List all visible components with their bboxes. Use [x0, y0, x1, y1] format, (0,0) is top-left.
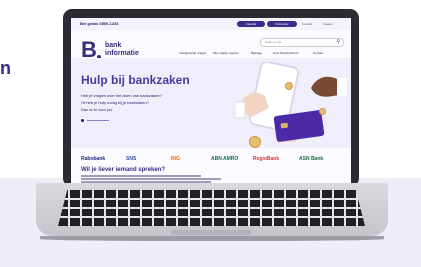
- bank-logo[interactable]: ABN AMRO: [211, 156, 238, 162]
- search-icon[interactable]: ⚲: [336, 39, 340, 45]
- top-bar: Bel gratis 0800-1234 Zakelijk Particulie…: [71, 18, 351, 30]
- particulier-button[interactable]: Particulier: [267, 21, 297, 27]
- bank-logo[interactable]: SNS: [126, 156, 136, 162]
- contact-link[interactable]: Contact: [302, 22, 312, 26]
- bank-logos: Rabobank SNS ING ABN AMRO RegioBank ASN …: [71, 154, 351, 166]
- card-chip: [280, 122, 289, 129]
- coin: [285, 82, 293, 90]
- bank-logo[interactable]: Rabobank: [81, 156, 105, 162]
- hero-line-1: Heb je vragen over het doen van bankzake…: [81, 93, 162, 98]
- search-placeholder: Zoek op site: [265, 40, 282, 44]
- coin: [249, 136, 261, 148]
- phone-number[interactable]: Bel gratis 0800-1234: [80, 21, 118, 26]
- search-input[interactable]: Zoek op site ⚲: [260, 38, 344, 47]
- hero-title: Hulp bij bankzaken: [81, 73, 190, 87]
- logo-line-1: bank: [105, 42, 122, 49]
- trackpad: [171, 230, 251, 235]
- hero-line-3: Dan is er voor jou: [81, 107, 113, 112]
- logo-line-2: informatie: [105, 50, 139, 57]
- nav-item-bijdrage[interactable]: Bijdrage: [251, 51, 262, 55]
- bank-logo[interactable]: RegioBank: [253, 156, 279, 162]
- hero-line-2: Of heb je hulp nodig bij je bankzaken?: [81, 100, 149, 105]
- edge-text: n: [0, 58, 11, 78]
- coin: [319, 108, 326, 115]
- laptop-base-shadow: [40, 236, 384, 241]
- nav-item-contact[interactable]: Contact: [313, 51, 323, 55]
- nav-item-regelen[interactable]: Mijn zaakje regelen: [213, 51, 239, 55]
- section-title: Wil je liever iemand spreken?: [81, 167, 165, 173]
- hero-link[interactable]: [81, 118, 121, 123]
- nav-item-over[interactable]: Over BankInfoPunt: [273, 51, 298, 55]
- zoeken-link[interactable]: Zoeken: [323, 22, 333, 26]
- section-text-line: [81, 178, 221, 180]
- bank-logo[interactable]: ASN Bank: [299, 156, 323, 162]
- bank-logo[interactable]: ING: [171, 156, 180, 162]
- section-text-line: [81, 175, 201, 177]
- main-nav: Veelgestelde vragen Mijn zaakje regelen …: [179, 51, 349, 56]
- hand-illustration: [311, 76, 347, 97]
- nav-item-faq[interactable]: Veelgestelde vragen: [179, 51, 206, 55]
- zakelijk-button[interactable]: Zakelijk: [237, 21, 265, 27]
- keyboard: [58, 190, 365, 226]
- laptop-screen: Bel gratis 0800-1234 Zakelijk Particulie…: [71, 18, 351, 183]
